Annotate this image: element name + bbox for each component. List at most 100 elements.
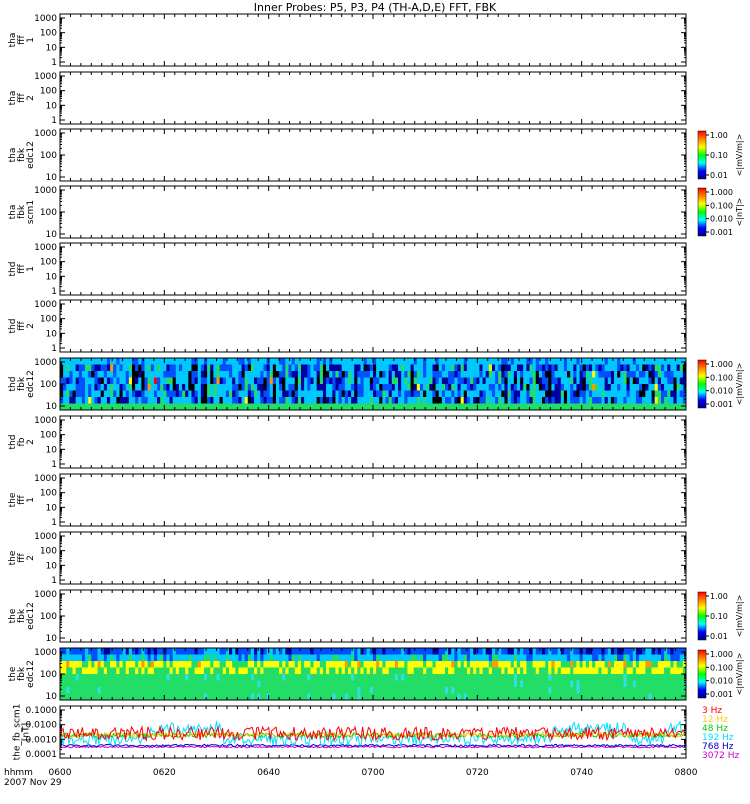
spectrogram-cell bbox=[448, 674, 452, 681]
spectrogram-cell bbox=[617, 397, 621, 404]
spectrogram-cell bbox=[539, 371, 543, 378]
spectrogram-cell bbox=[551, 661, 555, 668]
spectrogram-cell bbox=[126, 384, 130, 391]
spectrogram-cell bbox=[279, 674, 283, 681]
spectrogram-cell bbox=[508, 681, 512, 688]
spectrogram-cell bbox=[94, 371, 98, 378]
panel-frame bbox=[60, 186, 686, 238]
spectrogram-cell bbox=[79, 384, 83, 391]
spectrogram-cell bbox=[426, 674, 430, 681]
spectrogram-cell bbox=[157, 687, 161, 694]
spectrogram-cell bbox=[310, 661, 314, 668]
spectrogram-cell bbox=[176, 384, 180, 391]
spectrogram-cell bbox=[580, 365, 584, 372]
spectrogram-cell bbox=[573, 655, 577, 662]
spectrogram-cell bbox=[119, 391, 123, 398]
spectrogram-cell bbox=[145, 371, 149, 378]
spectrogram-cell bbox=[642, 384, 646, 391]
spectrogram-cell bbox=[348, 648, 352, 655]
spectrogram-cell bbox=[495, 687, 499, 694]
spectrogram-cell bbox=[386, 384, 390, 391]
spectrogram-cell bbox=[94, 384, 98, 391]
spectrogram-cell bbox=[489, 404, 493, 411]
spectrogram-cell bbox=[201, 358, 205, 365]
spectrogram-cell bbox=[461, 661, 465, 668]
spectrogram-cell bbox=[94, 661, 98, 668]
spectrogram-cell bbox=[69, 674, 73, 681]
spectrogram-cell bbox=[354, 648, 358, 655]
spectrogram-cell bbox=[98, 648, 102, 655]
spectrogram-cell bbox=[639, 365, 643, 372]
spectrogram-cell bbox=[317, 397, 321, 404]
spectrogram-cell bbox=[279, 687, 283, 694]
spectrogram-cell bbox=[567, 365, 571, 372]
spectrogram-cell bbox=[251, 397, 255, 404]
spectrogram-cell bbox=[570, 668, 574, 675]
spectrogram-cell bbox=[157, 655, 161, 662]
spectrogram-cell bbox=[213, 681, 217, 688]
spectrogram-cell bbox=[245, 661, 249, 668]
y-tick-label: 1000 bbox=[34, 129, 57, 139]
spectrogram-cell bbox=[523, 655, 527, 662]
spectrogram-cell bbox=[141, 668, 145, 675]
spectrogram-cell bbox=[432, 668, 436, 675]
spectrogram-cell bbox=[229, 371, 233, 378]
spectrogram-cell bbox=[620, 365, 624, 372]
spectrogram-cell bbox=[94, 404, 98, 411]
colorbar-tick-label: 0.010 bbox=[710, 387, 733, 396]
spectrogram-cell bbox=[85, 384, 89, 391]
spectrogram-cell bbox=[285, 358, 289, 365]
spectrogram-cell bbox=[523, 358, 527, 365]
spectrogram-cell bbox=[176, 674, 180, 681]
spectrogram-cell bbox=[257, 674, 261, 681]
spectrogram-cell bbox=[207, 687, 211, 694]
spectrogram-cell bbox=[636, 404, 640, 411]
spectrogram-cell bbox=[63, 358, 67, 365]
spectrogram-cell bbox=[570, 397, 574, 404]
spectrogram-cell bbox=[548, 378, 552, 385]
spectrogram-cell bbox=[248, 358, 252, 365]
spectrogram-cell bbox=[420, 391, 424, 398]
spectrogram-cell bbox=[573, 694, 577, 701]
spectrogram-cell bbox=[195, 358, 199, 365]
spectrogram-cell bbox=[314, 397, 318, 404]
spectrogram-cell bbox=[217, 694, 221, 701]
spectrogram-cell bbox=[295, 694, 299, 701]
spectrogram-cell bbox=[423, 661, 427, 668]
spectrogram-cell bbox=[386, 365, 390, 372]
spectrogram-cell bbox=[580, 391, 584, 398]
spectrogram-cell bbox=[73, 668, 77, 675]
spectrogram-cell bbox=[195, 694, 199, 701]
spectrogram-cell bbox=[454, 391, 458, 398]
spectrogram-cell bbox=[526, 391, 530, 398]
spectrogram-cell bbox=[98, 358, 102, 365]
spectrogram-cell bbox=[536, 371, 540, 378]
spectrogram-cell bbox=[636, 384, 640, 391]
spectrogram-cell bbox=[364, 404, 368, 411]
spectrogram-cell bbox=[179, 681, 183, 688]
spectrogram-cell bbox=[317, 674, 321, 681]
spectrogram-cell bbox=[436, 378, 440, 385]
spectrogram-cell bbox=[63, 661, 67, 668]
spectrogram-cell bbox=[69, 681, 73, 688]
spectrogram-cell bbox=[342, 378, 346, 385]
spectrogram-cell bbox=[245, 371, 249, 378]
spectrogram-cell bbox=[329, 687, 333, 694]
spectrogram-cell bbox=[467, 397, 471, 404]
spectrogram-cell bbox=[492, 687, 496, 694]
spectrogram-cell bbox=[423, 674, 427, 681]
spectrogram-cell bbox=[160, 404, 164, 411]
spectrogram-cell bbox=[436, 648, 440, 655]
spectrogram-cell bbox=[520, 404, 524, 411]
spectrogram-cell bbox=[170, 661, 174, 668]
spectrogram-cell bbox=[664, 397, 668, 404]
spectrogram-cell bbox=[501, 371, 505, 378]
spectrogram-cell bbox=[595, 358, 599, 365]
spectrogram-cell bbox=[495, 378, 499, 385]
spectrogram-cell bbox=[570, 391, 574, 398]
spectrogram-cell bbox=[101, 404, 105, 411]
spectrogram-cell bbox=[354, 674, 358, 681]
spectrogram-cell bbox=[232, 668, 236, 675]
spectrogram-cell bbox=[107, 655, 111, 662]
spectrogram-cell bbox=[116, 378, 120, 385]
